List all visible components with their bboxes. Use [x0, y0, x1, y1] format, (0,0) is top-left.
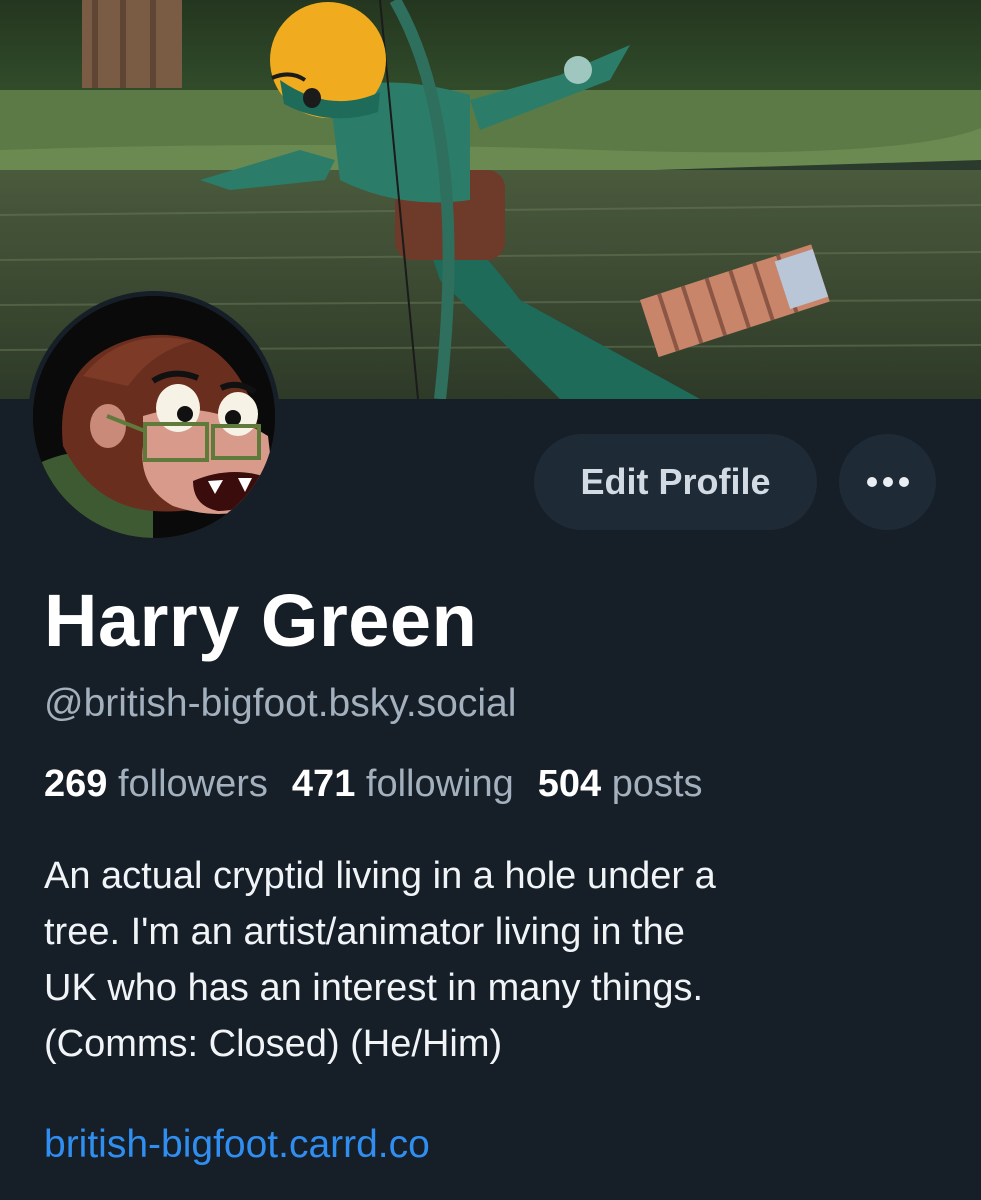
- more-options-button[interactable]: [839, 434, 936, 530]
- bio-line: tree. I'm an artist/animator living in t…: [44, 911, 685, 953]
- profile-screen: Edit Profile Harry Green @british-bigfoo…: [0, 0, 981, 1200]
- bio-line: UK who has an interest in many things.: [44, 967, 704, 1009]
- following-count: 471: [291, 763, 356, 805]
- bio-line: An actual cryptid living in a hole under…: [44, 855, 716, 897]
- display-name: Harry Green: [44, 579, 478, 662]
- profile-bio: An actual cryptid living in a hole under…: [44, 848, 924, 1072]
- posts-label: posts: [611, 763, 703, 805]
- bigfoot-avatar-illustration: [33, 296, 275, 538]
- avatar[interactable]: [28, 291, 280, 543]
- edit-profile-label: Edit Profile: [580, 461, 771, 502]
- followers-stat[interactable]: 269 followers: [44, 763, 268, 805]
- bio-line: (Comms: Closed) (He/Him): [44, 1023, 503, 1065]
- profile-stats: 269 followers 471 following 504 posts: [44, 760, 703, 808]
- following-label: following: [365, 763, 514, 805]
- followers-count: 269: [44, 763, 108, 805]
- more-horizontal-icon: [866, 477, 909, 487]
- followers-label: followers: [117, 763, 268, 805]
- website-link[interactable]: british-bigfoot.carrd.co: [44, 1120, 430, 1170]
- edit-profile-button[interactable]: Edit Profile: [534, 434, 817, 530]
- posts-stat: 504 posts: [538, 763, 703, 805]
- avatar-image: [33, 296, 275, 538]
- following-stat[interactable]: 471 following: [292, 763, 514, 805]
- posts-count: 504: [537, 763, 602, 805]
- user-handle: @british-bigfoot.bsky.social: [44, 682, 517, 725]
